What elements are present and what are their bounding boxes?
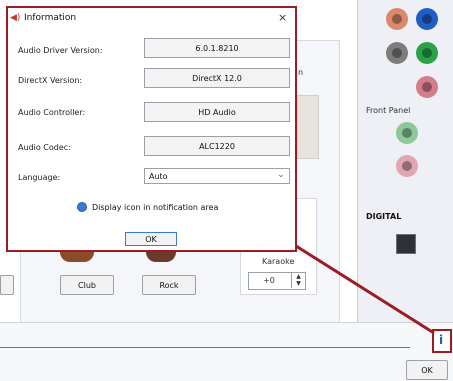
audio-driver-version-label: Audio Driver Version: xyxy=(18,46,103,55)
audio-codec-value: ALC1220 xyxy=(144,136,290,156)
language-select[interactable]: Auto ⌄ xyxy=(144,168,290,184)
dialog-title: Information xyxy=(24,13,77,23)
dialog-titlebar: ◀) Information × xyxy=(8,8,295,28)
audio-controller-label: Audio Controller: xyxy=(18,108,86,117)
language-label: Language: xyxy=(18,173,61,182)
dialog-ok-button[interactable]: OK xyxy=(125,232,177,246)
audio-codec-label: Audio Codec: xyxy=(18,143,71,152)
directx-version-value: DirectX 12.0 xyxy=(144,68,290,88)
notify-label: Display icon in notification area xyxy=(92,203,219,212)
audio-controller-value: HD Audio xyxy=(144,102,290,122)
information-dialog: ◀) Information × Audio Driver Version: 6… xyxy=(6,6,297,252)
notify-radio[interactable] xyxy=(77,202,87,212)
directx-version-label: DirectX Version: xyxy=(18,76,83,85)
audio-driver-version-value: 6.0.1.8210 xyxy=(144,38,290,58)
language-selected: Auto xyxy=(149,172,168,181)
close-icon[interactable]: × xyxy=(278,11,287,24)
chevron-down-icon: ⌄ xyxy=(277,170,285,180)
speaker-icon: ◀) xyxy=(10,13,21,23)
